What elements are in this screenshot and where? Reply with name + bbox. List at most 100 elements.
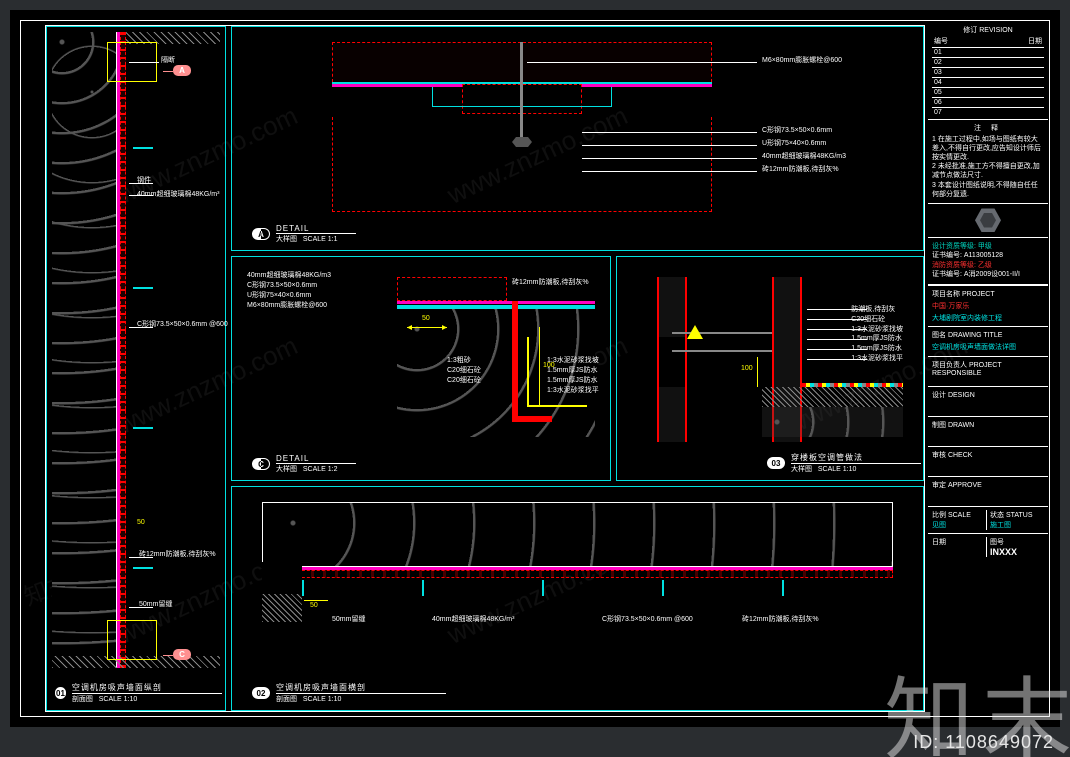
- revision-header: 修订 REVISION: [932, 24, 1044, 36]
- rev-row: 04: [932, 77, 1044, 87]
- dim-h: [407, 327, 447, 328]
- rev-row: 02: [932, 57, 1044, 67]
- leader: [582, 171, 757, 172]
- callout: M6×80mm膨胀螺栓@600: [762, 55, 842, 65]
- panel-title: 02 空调机房吸声墙面横剖 剖面图 SCALE 1:10: [252, 682, 446, 704]
- drawn-field: 制图 DRAWN: [928, 416, 1048, 446]
- leader: [582, 132, 757, 133]
- purlin: [302, 580, 304, 596]
- key-detail-c: [107, 620, 157, 660]
- panel-main-title: 空调机房吸声墙面纵剖: [72, 682, 222, 694]
- purlin: [422, 580, 424, 596]
- callout: 1:3水泥砂浆找平: [547, 385, 599, 395]
- note-item: 3 本套设计图纸说明,不得随自任任何部分复遗.: [932, 181, 1044, 199]
- date-dwgno-row: 日期 图号INXXX: [928, 533, 1048, 560]
- magenta-layer: [397, 301, 595, 304]
- notes: 注 释 1 在施工过程中,如场与图纸有较大差入,不得自行更改,应告知设计师后按实…: [928, 120, 1048, 204]
- panel-scale: SCALE 1:10: [303, 696, 342, 703]
- leader: [807, 309, 867, 310]
- notes-header: 注 释: [932, 124, 1044, 133]
- panel-sub: 大样图: [791, 466, 812, 473]
- callout: U形钢75×40×0.6mm: [247, 290, 311, 300]
- detail-03-pipe: 100 防潮板,待刮灰 C20细石砼 1:3水泥砂浆找坡 1.5mm厚JS防水 …: [616, 256, 924, 481]
- panel-title: 01 空调机房吸声墙面纵剖 剖面图 SCALE 1:10: [55, 682, 217, 704]
- purlin: [133, 427, 153, 429]
- sealant-icon: [687, 317, 703, 339]
- dim-text: 50: [310, 602, 318, 609]
- note-item: 1 在施工过程中,如场与图纸有较大差入,不得自行更改,应告知设计师后按实情更改.: [932, 135, 1044, 162]
- panel-main-title: 空调机房吸声墙面横剖: [276, 682, 446, 694]
- callout: 40mm超细玻璃棉48KG/m³: [137, 189, 219, 199]
- panel-main-title: DETAIL: [276, 224, 356, 234]
- callout: 1.5mm厚JS防水: [547, 365, 598, 375]
- purlin: [542, 580, 544, 596]
- leader: [807, 349, 867, 350]
- slab: [762, 407, 903, 437]
- panel-title: A DETAIL 大样图 SCALE 1:1: [252, 224, 356, 244]
- callout: 砖12mm防潮板,待刮灰%: [139, 549, 216, 559]
- callout: 1:3粗砂: [447, 355, 471, 365]
- acoustic-panel: [120, 32, 126, 668]
- col-no: 编号: [934, 36, 948, 46]
- red-base: [512, 416, 552, 422]
- panel-title: 03 穿楼板空调管做法 大样图 SCALE 1:10: [767, 452, 921, 474]
- callout: 40mm超细玻璃棉48KG/m3: [247, 270, 331, 280]
- leader: [582, 158, 757, 159]
- panel-main-title: 穿楼板空调管做法: [791, 452, 921, 464]
- purlin: [133, 147, 153, 149]
- leader: [807, 339, 867, 340]
- wall-left: [657, 277, 687, 442]
- note-item: 2 未经批准,施工方不得擅自更改,加减节点做法尺寸.: [932, 162, 1044, 180]
- wall-return-hatch: [262, 594, 302, 622]
- leader: [807, 329, 867, 330]
- company-logo: [928, 204, 1048, 238]
- cred-line: 证书编号: A113005128: [932, 251, 1044, 260]
- drawing-sheet: www.znzmo.com www.znzmo.com www.znzmo.co…: [10, 10, 1060, 727]
- floor-hatch: [762, 387, 903, 407]
- drawing-area: A C 隔断 钢件 40mm超细玻璃棉48KG/m³ C形钢73.5×50×0.…: [45, 25, 925, 712]
- callout: C形钢73.5×50×0.6mm: [247, 280, 317, 290]
- section-marker-a: A: [173, 65, 191, 76]
- panel-sub: 剖面图: [72, 696, 93, 703]
- credentials: 设计资质等级: 甲级 证书编号: A113005128 消防资质等级: 乙级 证…: [928, 238, 1048, 285]
- rev-row: 03: [932, 67, 1044, 77]
- panel-number: 03: [767, 457, 785, 469]
- callout: U形钢75×40×0.6mm: [762, 138, 826, 148]
- panel-scale: SCALE 1:1: [303, 236, 338, 243]
- callout: C形钢73.5×50×0.6mm: [762, 125, 832, 135]
- project-field: 项目名称 PROJECT 中国·万家乐 大埔剧院室内装修工程: [928, 285, 1048, 326]
- cred-line: 消防资质等级: 乙级: [932, 261, 1044, 270]
- leader: [129, 62, 159, 63]
- callout: 1.5mm厚JS防水: [547, 375, 598, 385]
- callout: C形钢73.5×50×0.6mm @600: [602, 614, 693, 624]
- purlin: [133, 567, 153, 569]
- logo-hex-icon: [975, 207, 1001, 233]
- detail-a-drawing: [332, 42, 712, 212]
- leader: [582, 145, 757, 146]
- red-stud: [512, 301, 518, 416]
- hex-nut-icon: [512, 137, 532, 147]
- threaded-rod: [520, 42, 523, 142]
- callout: 40mm超细玻璃棉48KG/m3: [762, 151, 846, 161]
- dim: 50: [137, 519, 145, 526]
- u-channel: [397, 277, 507, 301]
- panel-sub: 大样图: [276, 236, 297, 243]
- rev-row: 06: [932, 97, 1044, 107]
- rev-row: 07: [932, 107, 1044, 117]
- panel-number: C: [252, 458, 270, 470]
- detail-c: 50 100 40mm超细玻璃棉48KG/m3 C形钢73.5×50×0.6mm…: [231, 256, 611, 481]
- rev-row: 01: [932, 47, 1044, 57]
- callout: 砖12mm防潮板,待刮灰%: [512, 277, 589, 287]
- design-field: 设计 DESIGN: [928, 386, 1048, 416]
- callout: 钢件: [137, 175, 151, 185]
- acoustic-panel: [262, 570, 893, 578]
- leader: [527, 62, 757, 63]
- dim-text: 100: [741, 365, 753, 372]
- layer-list: 防潮板,待刮灰 C20细石砼 1:3水泥砂浆找坡 1.5mm厚JS防水 1.5m…: [851, 305, 903, 364]
- purlin: [133, 287, 153, 289]
- panel-sub: 大样图: [276, 466, 297, 473]
- panel-title: C DETAIL 大样图 SCALE 1:2: [252, 454, 356, 474]
- rev-row: 05: [932, 87, 1044, 97]
- callout: 40mm超细玻璃棉48KG/m³: [432, 614, 514, 624]
- panel-number: 02: [252, 687, 270, 699]
